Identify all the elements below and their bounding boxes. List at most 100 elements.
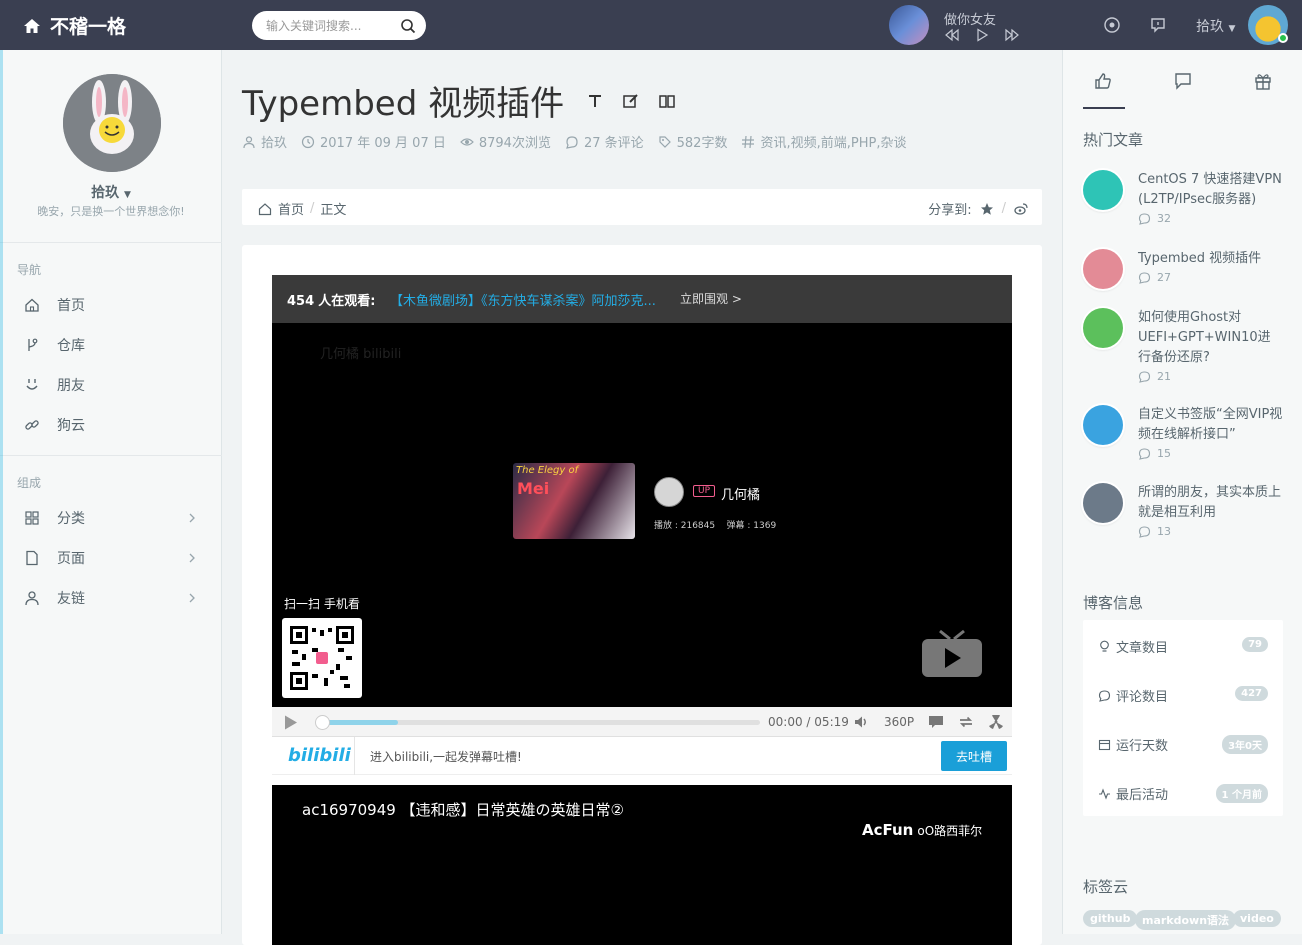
tv-icon bbox=[922, 629, 982, 677]
danmaku-icon[interactable] bbox=[928, 715, 944, 729]
tag-item[interactable]: markdown语法 bbox=[1135, 910, 1237, 930]
home-outline-icon bbox=[25, 298, 39, 312]
hot-article-comments: 27 bbox=[1138, 271, 1171, 284]
sidebar-item-category[interactable]: 分类 bbox=[0, 498, 222, 538]
recommended-video-link[interactable]: 【木鱼微剧场】《东方快车谋杀案》阿加莎克... bbox=[390, 290, 656, 309]
prev-track-icon[interactable] bbox=[944, 28, 960, 42]
chevron-right-icon bbox=[189, 513, 195, 523]
next-track-icon[interactable] bbox=[1004, 28, 1020, 42]
go-watch-link[interactable]: 立即围观 > bbox=[680, 290, 742, 307]
article-thumbnail[interactable] bbox=[1083, 483, 1123, 523]
sidebar-item-pages[interactable]: 页面 bbox=[0, 538, 222, 578]
hot-article-comments: 15 bbox=[1138, 447, 1171, 460]
uploader-name[interactable]: 几何橘 bbox=[721, 484, 760, 503]
user-icon bbox=[25, 591, 39, 606]
play-icon[interactable] bbox=[282, 714, 299, 731]
activity-icon bbox=[1099, 787, 1110, 800]
user-menu[interactable]: 拾玖 ▼ bbox=[1196, 16, 1235, 36]
comment-icon bbox=[1138, 526, 1151, 538]
breadcrumb: 首页 / 正文 分享到: / bbox=[242, 189, 1042, 225]
breadcrumb-home[interactable]: 首页 bbox=[278, 199, 304, 218]
hot-article-title[interactable]: CentOS 7 快速搭建VPN (L2TP/IPsec服务器) bbox=[1138, 170, 1283, 210]
home-outline-icon bbox=[258, 202, 272, 215]
quality-selector[interactable]: 360P bbox=[884, 715, 914, 729]
message-icon[interactable] bbox=[1149, 16, 1167, 34]
profile-name[interactable]: 拾玖 ▼ bbox=[0, 182, 222, 202]
thumbs-up-icon[interactable] bbox=[1094, 72, 1112, 90]
breadcrumb-current: 正文 bbox=[320, 203, 347, 218]
bilibili-player[interactable]: 454 人在观看: 【木鱼微剧场】《东方快车谋杀案》阿加莎克... 立即围观 >… bbox=[272, 275, 1012, 707]
volume-icon[interactable] bbox=[854, 715, 870, 729]
meta-comments[interactable]: 27 条评论 bbox=[565, 132, 644, 151]
video-thumbnail[interactable]: The Elegy of Mei bbox=[513, 463, 635, 539]
qr-code bbox=[282, 618, 362, 698]
hot-article-comments: 13 bbox=[1138, 525, 1171, 538]
post-title: Typembed 视频插件 bbox=[242, 76, 676, 125]
clock-icon bbox=[301, 135, 315, 148]
qzone-star-icon[interactable] bbox=[980, 202, 994, 216]
user-avatar[interactable] bbox=[1248, 5, 1288, 45]
meta-date: 2017 年 09 月 07 日 bbox=[301, 132, 446, 151]
comment-icon[interactable] bbox=[1174, 72, 1192, 90]
weibo-icon[interactable] bbox=[1014, 202, 1028, 216]
play-icon[interactable] bbox=[974, 28, 990, 42]
article-thumbnail[interactable] bbox=[1083, 308, 1123, 348]
search-input[interactable] bbox=[266, 17, 396, 34]
progress-track[interactable] bbox=[315, 715, 760, 730]
sidebar-item-home[interactable]: 首页 bbox=[0, 285, 222, 325]
font-size-icon[interactable] bbox=[586, 92, 604, 110]
uploader-avatar[interactable] bbox=[654, 477, 684, 507]
info-days: 运行天数 3年0天 bbox=[1098, 734, 1268, 754]
comment-icon bbox=[1138, 213, 1151, 225]
gift-icon[interactable] bbox=[1254, 72, 1272, 90]
comment-button[interactable]: 去吐槽 bbox=[941, 741, 1007, 771]
music-cover[interactable] bbox=[889, 5, 929, 45]
meta-author[interactable]: 拾玖 bbox=[242, 132, 287, 151]
breadcrumb-separator: / bbox=[310, 201, 315, 216]
up-badge: UP bbox=[693, 485, 716, 497]
tag-cloud-heading: 标签云 bbox=[1083, 878, 1129, 896]
player-watermark: 几何橘 bilibili bbox=[320, 347, 402, 362]
sidebar-item-repo[interactable]: 仓库 bbox=[0, 325, 222, 365]
profile-motto: 晚安，只是换一个世界想念你! bbox=[37, 205, 185, 218]
meta-tags[interactable]: 资讯,视频,前端,PHP,杂谈 bbox=[741, 132, 906, 151]
tag-item[interactable]: video bbox=[1233, 910, 1281, 927]
user-icon bbox=[243, 135, 255, 148]
search-icon[interactable] bbox=[400, 18, 416, 34]
loop-icon[interactable] bbox=[958, 715, 974, 729]
brand[interactable]: 不稽一格 bbox=[22, 12, 126, 39]
chevron-right-icon bbox=[189, 553, 195, 563]
read-mode-icon[interactable] bbox=[658, 92, 676, 110]
caret-down-icon: ▼ bbox=[1228, 24, 1236, 34]
hot-article-comments: 32 bbox=[1138, 212, 1171, 225]
eye-icon bbox=[460, 137, 474, 146]
online-status-dot bbox=[1278, 33, 1288, 43]
edit-icon[interactable] bbox=[622, 92, 640, 110]
target-icon[interactable] bbox=[1103, 16, 1121, 34]
hot-article-title[interactable]: 如何使用Ghost对UEFI+GPT+WIN10进行备份还原? bbox=[1138, 308, 1283, 368]
acfun-player[interactable]: ac16970949 【违和感】日常英雄の英雄日常② AcFun oO路西菲尔 bbox=[272, 785, 1012, 945]
hot-article-title[interactable]: 自定义书签版“全网VIP视频在线解析接口” bbox=[1138, 405, 1283, 445]
bilibili-logo[interactable]: bilibili bbox=[288, 745, 351, 766]
sidebar-item-dogcloud[interactable]: 狗云 bbox=[0, 405, 222, 445]
hot-article-title[interactable]: Typembed 视频插件 bbox=[1138, 249, 1283, 269]
progress-handle[interactable] bbox=[315, 715, 330, 730]
radiation-icon[interactable] bbox=[988, 715, 1004, 729]
info-comments: 评论数目 427 bbox=[1098, 685, 1268, 705]
comment-icon bbox=[1138, 448, 1151, 460]
hot-article-title[interactable]: 所谓的朋友，其实本质上就是相互利用 bbox=[1138, 483, 1283, 523]
file-icon bbox=[26, 550, 38, 566]
sidebar-item-friends[interactable]: 朋友 bbox=[0, 365, 222, 405]
article-thumbnail[interactable] bbox=[1083, 170, 1123, 210]
blog-info-heading: 博客信息 bbox=[1083, 594, 1144, 612]
article-thumbnail[interactable] bbox=[1083, 249, 1123, 289]
music-title: 做你女友 bbox=[944, 13, 997, 28]
profile-avatar[interactable] bbox=[63, 74, 161, 172]
buffer-bar bbox=[318, 720, 398, 725]
qr-code-icon bbox=[290, 626, 354, 690]
tag-item[interactable]: github bbox=[1083, 910, 1138, 927]
divider bbox=[0, 455, 222, 456]
article-thumbnail[interactable] bbox=[1083, 405, 1123, 445]
sidebar-item-links[interactable]: 友链 bbox=[0, 578, 222, 618]
active-tab-indicator bbox=[1083, 107, 1125, 109]
